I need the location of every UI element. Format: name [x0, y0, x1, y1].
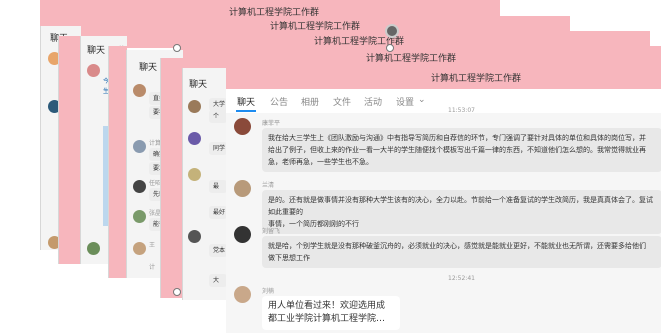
tab-album[interactable]: 相册	[301, 95, 319, 108]
avatar	[188, 132, 201, 145]
main-titlebar: 计算机工程学院工作群	[226, 68, 661, 89]
message-bubble: 大	[209, 274, 227, 287]
sender-name: 刘楠	[262, 288, 275, 295]
avatar	[133, 180, 146, 193]
drag-handle-icon[interactable]	[385, 24, 399, 38]
resize-handle[interactable]	[386, 44, 394, 52]
side-panel-4: 聊天 大学 个 同学 最 最好 党本 大	[182, 68, 227, 300]
side-panel-3-strip	[108, 46, 127, 278]
avatar	[133, 84, 146, 97]
message-line: 急，老师再急，一些学生也不急。	[268, 158, 373, 166]
message-line: 给出了例子，但收上来的作业一看一大半的学生随便找个模板写出千篇一律的东西，不知道…	[268, 146, 646, 154]
panel-3-tab-chat[interactable]: 聊天	[139, 60, 157, 73]
avatar	[87, 64, 100, 77]
avatar	[188, 168, 201, 181]
avatar	[133, 140, 146, 153]
message-item: 刘留飞 就是哈，个别学生就是没有那种破釜沉舟的，必须就业的决心，感觉就是能就业更…	[234, 226, 661, 278]
panel-2-tab-chat[interactable]: 聊天	[87, 43, 105, 56]
message-bubble: 我在给大三学生上《团队激励与沟通》中有指导写简历和自荐信的环节，专门强调了要针对…	[262, 128, 661, 172]
message-bubble: 同学	[209, 142, 227, 155]
avatar	[133, 210, 146, 223]
side-panel-4-strip	[160, 58, 183, 298]
sender-name: 王	[149, 242, 156, 249]
avatar[interactable]	[234, 118, 251, 135]
avatar[interactable]	[234, 226, 251, 243]
message-list[interactable]: 11:53:07 康菲平 我在给大三学生上《团队激励与沟通》中有指导写简历和自荐…	[226, 107, 661, 336]
resize-handle[interactable]	[173, 44, 181, 52]
main-chat-window: 计算机工程学院工作群 聊天 公告 相册 文件 活动 设置 ⌄ 11:53:07 …	[226, 68, 661, 333]
tab-files[interactable]: 文件	[333, 95, 351, 108]
sender-name: 刘留飞	[262, 228, 281, 235]
message-item: 康菲平 我在给大三学生上《团队激励与沟通》中有指导写简历和自荐信的环节，专门强调…	[234, 118, 661, 178]
message-bubble: 最	[209, 180, 227, 193]
message-bubble: 用人单位看过来！欢迎选用成 都工业学院计算机工程学院…	[262, 296, 400, 330]
tab-activities[interactable]: 活动	[364, 95, 382, 108]
message-bubble: 就是哈，个别学生就是没有那种破釜沉舟的，必须就业的决心，感觉就是能就业更好，不能…	[262, 236, 661, 268]
message-bubble: 个	[209, 110, 227, 123]
chevron-down-icon[interactable]: ⌄	[418, 95, 426, 105]
tab-bar: 聊天 公告 相册 文件 活动 设置 ⌄	[226, 89, 661, 113]
timestamp: 12:52:41	[448, 275, 475, 282]
main-title: 计算机工程学院工作群	[431, 74, 522, 84]
avatar	[133, 242, 146, 255]
message-line: 就是哈，个别学生就是没有那种破釜沉舟的，必须就业的决心，感觉就是能就业更好，不能…	[268, 242, 646, 250]
message-item: 兰清 是的。还有就是做事情并没有那种大学生该有的决心，全力以赴。节前给一个准备复…	[234, 180, 661, 234]
sender-name: 计	[149, 264, 156, 271]
panel-4-tab-chat[interactable]: 聊天	[189, 77, 207, 90]
message-line: 做下思想工作	[268, 254, 310, 262]
active-tab-indicator	[236, 110, 256, 112]
message-line: 我在给大三学生上《团队激励与沟通》中有指导写简历和自荐信的环节，专门强调了要针对…	[268, 134, 646, 142]
avatar[interactable]	[234, 286, 251, 303]
message-line: 用人单位看过来！欢迎选用成	[268, 301, 386, 311]
sender-name: 兰清	[262, 182, 275, 189]
tab-settings[interactable]: 设置	[396, 95, 414, 108]
message-item: 刘楠 用人单位看过来！欢迎选用成 都工业学院计算机工程学院…	[234, 286, 661, 336]
resize-handle[interactable]	[173, 288, 181, 296]
side-panel-2-strip	[58, 36, 81, 264]
tab-chat[interactable]: 聊天	[237, 95, 255, 108]
avatar[interactable]	[234, 180, 251, 197]
sender-name: 康菲平	[262, 120, 281, 127]
timestamp: 11:53:07	[448, 107, 475, 114]
avatar	[87, 242, 100, 255]
message-line: 是的。还有就是做事情并没有那种大学生该有的决心，全力以赴。节前给一个准备复试的学…	[268, 196, 653, 216]
message-line: 都工业学院计算机工程学院…	[268, 314, 386, 324]
message-bubble: 最好	[209, 206, 227, 219]
tab-announcement[interactable]: 公告	[270, 95, 288, 108]
avatar	[188, 100, 201, 113]
avatar	[188, 230, 201, 243]
message-bubble: 党本	[209, 244, 227, 257]
